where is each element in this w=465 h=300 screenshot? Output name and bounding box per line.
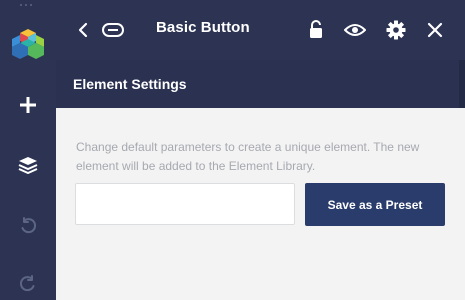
left-sidebar bbox=[0, 0, 56, 300]
preset-description: Change default parameters to create a un… bbox=[76, 140, 420, 173]
back-button[interactable] bbox=[70, 17, 96, 43]
save-as-preset-button[interactable]: Save as a Preset bbox=[305, 183, 445, 226]
plus-icon bbox=[20, 97, 36, 113]
settings-button[interactable] bbox=[383, 17, 409, 43]
tree-view-button[interactable] bbox=[0, 147, 56, 183]
preview-button[interactable] bbox=[342, 17, 368, 43]
eye-icon bbox=[344, 24, 366, 36]
element-title: Basic Button bbox=[156, 19, 250, 36]
scrollbar-track bbox=[459, 60, 465, 108]
chevron-left-icon bbox=[78, 22, 88, 38]
redo-button[interactable] bbox=[0, 266, 56, 300]
gear-icon bbox=[386, 20, 406, 40]
close-button[interactable] bbox=[422, 17, 448, 43]
logo-icon[interactable] bbox=[0, 24, 56, 64]
element-type-icon bbox=[102, 23, 124, 37]
preset-name-input[interactable] bbox=[75, 183, 295, 225]
element-type-button[interactable] bbox=[100, 17, 126, 43]
redo-icon bbox=[19, 275, 35, 292]
lock-button[interactable] bbox=[303, 17, 329, 43]
preset-panel: Change default parameters to create a un… bbox=[56, 108, 465, 300]
lock-icon bbox=[310, 20, 322, 38]
drag-handle[interactable] bbox=[20, 4, 36, 8]
undo-icon bbox=[21, 217, 37, 234]
panel-header: Basic Button bbox=[56, 0, 465, 60]
undo-button[interactable] bbox=[0, 208, 56, 244]
section-title: Element Settings bbox=[73, 76, 187, 92]
section-header: Element Settings bbox=[56, 60, 465, 108]
layers-icon bbox=[18, 157, 38, 174]
add-element-button[interactable] bbox=[0, 87, 56, 123]
close-icon bbox=[427, 22, 443, 38]
